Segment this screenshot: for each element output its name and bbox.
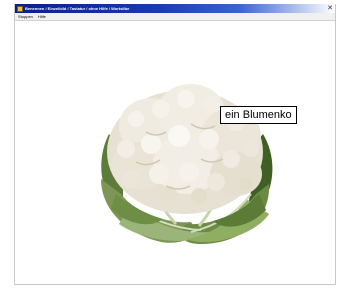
close-icon[interactable]: ✕ [326,5,334,12]
app-window: Benennen / Einzelbild / Tastatur / ohne … [14,4,336,285]
menu-bar: Stoppen Hilfe [15,13,335,21]
stage: ein Blumenko [15,21,335,284]
menu-item-stoppen[interactable]: Stoppen [18,13,33,20]
menu-item-hilfe[interactable]: Hilfe [38,13,46,20]
app-icon[interactable] [17,5,23,12]
word-label: ein Blumenko [220,106,297,124]
window-title: Benennen / Einzelbild / Tastatur / ohne … [25,6,130,11]
cauliflower-image [101,84,273,244]
title-bar[interactable]: Benennen / Einzelbild / Tastatur / ohne … [15,4,335,13]
